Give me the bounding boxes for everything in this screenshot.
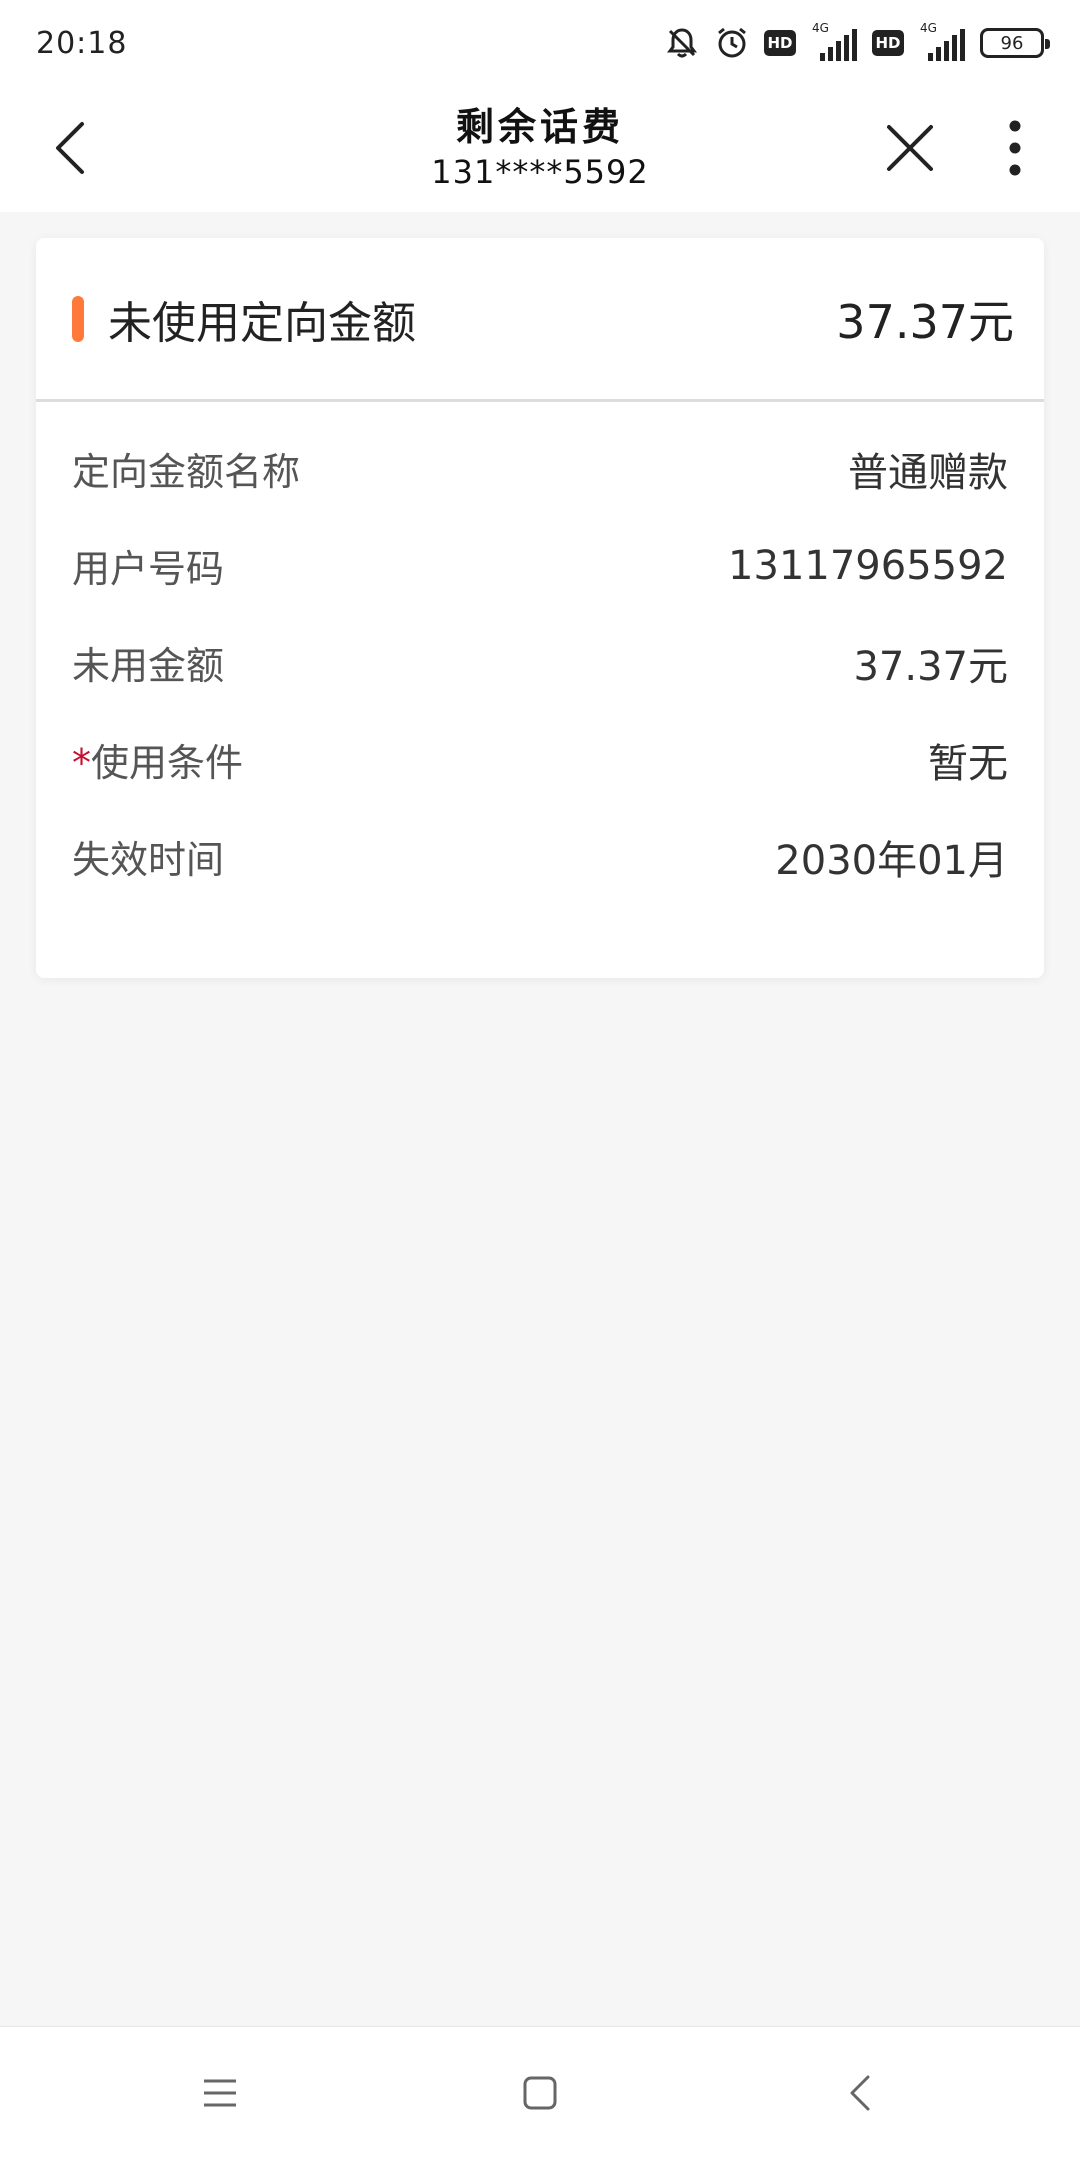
status-bar: 20:18 HD 4G HD 4G 96 [0,0,1080,86]
more-button[interactable] [990,116,1040,180]
balance-card: 未使用定向金额 37.37元 定向金额名称 普通赠款 用户号码 13117965… [36,238,1044,978]
row-label: 用户号码 [72,547,225,591]
row-value: 暂无 [928,740,1008,787]
back-button[interactable] [40,116,100,180]
accent-bar [72,295,84,342]
signal-4g-icon: 4G [918,21,966,63]
row-value: 2030年01月 [775,837,1008,884]
nav-header: 剩余话费 131****5592 [0,86,1080,212]
status-icons: HD 4G HD 4G 96 [664,21,1050,63]
row-label: 定向金额名称 [72,450,301,494]
battery-icon: 96 [980,28,1050,58]
page-title: 剩余话费 [455,105,624,149]
row-value: 13117965592 [728,542,1008,589]
card-title: 未使用定向金额 [108,297,416,349]
phone-number-masked: 131****5592 [431,153,649,191]
detail-row-user-number: 用户号码 13117965592 [36,517,1044,614]
row-value: 普通赠款 [848,449,1008,496]
battery-level: 96 [1000,32,1024,54]
row-label: 失效时间 [72,838,225,882]
system-nav-bar [0,2026,1080,2158]
row-label-group: *使用条件 [72,732,243,787]
back-icon [850,2075,870,2110]
more-vertical-icon [1009,120,1021,176]
home-icon [523,2076,557,2109]
hd-icon: HD [872,30,904,56]
row-value: 37.37元 [853,643,1008,690]
chevron-left-icon [56,122,84,174]
required-mark: * [72,741,91,785]
alarm-icon [714,25,750,61]
hd-icon: HD [764,30,796,56]
detail-row-name: 定向金额名称 普通赠款 [36,420,1044,517]
home-button[interactable] [480,2053,600,2133]
detail-row-conditions: *使用条件 暂无 [36,711,1044,808]
close-icon [887,125,933,171]
menu-icon [204,2079,236,2106]
detail-row-expiry: 失效时间 2030年01月 [36,808,1044,905]
system-back-button[interactable] [800,2053,920,2133]
status-time: 20:18 [36,25,128,61]
card-amount: 37.37元 [836,294,1014,349]
signal-4g-icon: 4G [810,21,858,63]
card-title-group: 未使用定向金额 [72,287,416,351]
card-header: 未使用定向金额 37.37元 [36,238,1044,402]
detail-row-unused-amount: 未用金额 37.37元 [36,614,1044,711]
row-label: 未用金额 [72,644,225,688]
detail-rows: 定向金额名称 普通赠款 用户号码 13117965592 未用金额 37.37元… [36,402,1044,905]
menu-button[interactable] [160,2053,280,2133]
close-button[interactable] [880,116,940,180]
nav-title-group: 剩余话费 131****5592 [240,102,840,192]
row-label: 使用条件 [91,741,244,785]
mute-bell-icon [664,25,700,61]
